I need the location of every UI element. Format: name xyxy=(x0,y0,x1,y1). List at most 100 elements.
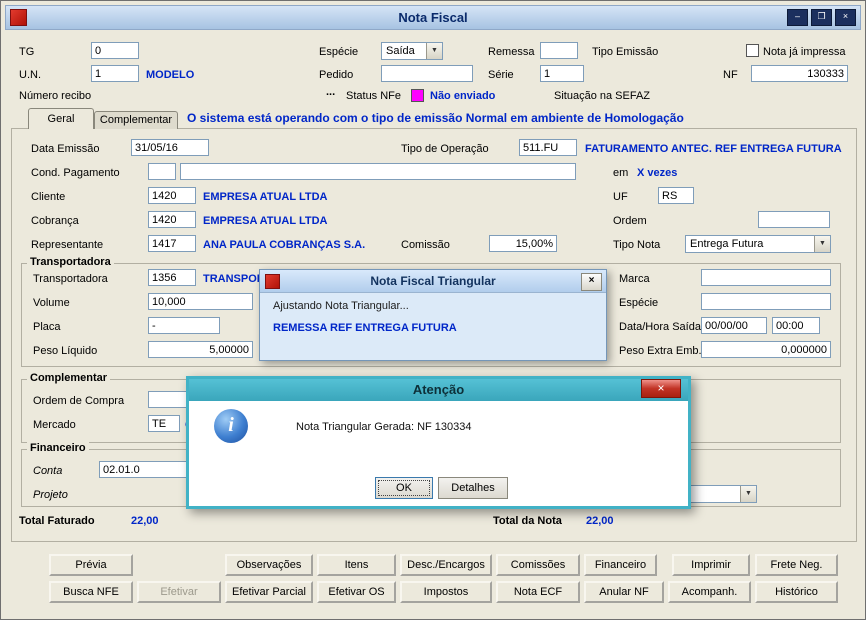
cond-pagamento-code-input[interactable] xyxy=(148,163,176,180)
pedido-label: Pedido xyxy=(319,69,354,81)
dialog-atencao-message: Nota Triangular Gerada: NF 130334 xyxy=(296,421,472,433)
status-nfe-label: Status NFe xyxy=(346,90,402,102)
vezes-text: X vezes xyxy=(637,167,678,179)
data-saida-input[interactable] xyxy=(701,317,767,334)
dialog-triangular-titlebar: Nota Fiscal Triangular × xyxy=(260,270,606,293)
frete-neg-button[interactable]: Frete Neg. xyxy=(755,554,838,576)
comissao-label: Comissão xyxy=(401,239,450,251)
serie-input[interactable] xyxy=(540,65,584,82)
cliente-input[interactable] xyxy=(148,187,196,204)
nf-label: NF xyxy=(723,69,738,81)
transportadora-input[interactable] xyxy=(148,269,196,286)
efetivar-button: Efetivar xyxy=(137,581,221,603)
especie-select[interactable]: Saída ▼ xyxy=(381,42,443,60)
recibo-ellipsis-button[interactable]: ... xyxy=(326,86,335,98)
comissoes-button[interactable]: Comissões xyxy=(496,554,580,576)
hora-saida-input[interactable] xyxy=(772,317,820,334)
conta-label: Conta xyxy=(33,465,63,477)
dialog-atencao: Atenção × i Nota Triangular Gerada: NF 1… xyxy=(186,376,691,509)
status-nfe-value: Não enviado xyxy=(430,90,496,102)
efetivar-os-button[interactable]: Efetivar OS xyxy=(317,581,396,603)
status-nfe-swatch xyxy=(411,89,424,102)
cliente-desc: EMPRESA ATUAL LTDA xyxy=(203,191,328,203)
observacoes-button[interactable]: Observações xyxy=(225,554,313,576)
tipo-operacao-desc: FATURAMENTO ANTEC. REF ENTREGA FUTURA xyxy=(585,143,842,155)
financeiro-group-label: Financeiro xyxy=(27,442,89,454)
close-icon[interactable]: × xyxy=(641,379,681,398)
representante-desc: ANA PAULA COBRANÇAS S.A. xyxy=(203,239,366,251)
uf-label: UF xyxy=(613,191,628,203)
complementar-group-label: Complementar xyxy=(27,372,111,384)
peso-liquido-input[interactable] xyxy=(148,341,253,358)
nota-ja-impressa-checkbox[interactable] xyxy=(746,44,759,57)
tab-geral[interactable]: Geral xyxy=(28,108,94,129)
maximize-icon[interactable]: ❐ xyxy=(811,9,832,26)
acompanh-button[interactable]: Acompanh. xyxy=(668,581,751,603)
comissao-input[interactable] xyxy=(489,235,557,252)
data-emissao-label: Data Emissão xyxy=(31,143,100,155)
cobranca-input[interactable] xyxy=(148,211,196,228)
volume-input[interactable] xyxy=(148,293,253,310)
window-title: Nota Fiscal xyxy=(398,10,468,25)
ordem-compra-label: Ordem de Compra xyxy=(33,395,125,407)
un-label: U.N. xyxy=(19,69,41,81)
tipo-emissao-label: Tipo Emissão xyxy=(592,46,659,58)
busca-nfe-button[interactable]: Busca NFE xyxy=(49,581,133,603)
detalhes-button[interactable]: Detalhes xyxy=(438,477,508,499)
uf-input[interactable] xyxy=(658,187,694,204)
close-icon[interactable]: × xyxy=(581,273,602,291)
total-da-nota-value: 22,00 xyxy=(586,515,614,527)
volume-label: Volume xyxy=(33,297,70,309)
tab-complementar[interactable]: Complementar xyxy=(94,111,178,129)
cliente-label: Cliente xyxy=(31,191,66,203)
tipo-operacao-input[interactable] xyxy=(519,139,577,156)
info-icon: i xyxy=(214,409,248,443)
tg-label: TG xyxy=(19,46,35,58)
marca-input[interactable] xyxy=(701,269,831,286)
tipo-nota-select[interactable]: Entrega Futura ▼ xyxy=(685,235,831,253)
un-desc: MODELO xyxy=(146,69,195,81)
itens-button[interactable]: Itens xyxy=(317,554,396,576)
cobranca-desc: EMPRESA ATUAL LTDA xyxy=(203,215,328,227)
transp-especie-input[interactable] xyxy=(701,293,831,310)
close-icon[interactable]: × xyxy=(835,9,856,26)
cond-pagamento-desc-input[interactable] xyxy=(180,163,576,180)
em-label: em xyxy=(613,167,629,179)
anular-nf-button[interactable]: Anular NF xyxy=(584,581,664,603)
peso-extra-input[interactable] xyxy=(701,341,831,358)
transportadora-label: Transportadora xyxy=(33,273,108,285)
tg-input[interactable] xyxy=(91,42,139,59)
chevron-down-icon: ▼ xyxy=(740,486,756,502)
un-input[interactable] xyxy=(91,65,139,82)
dialog-triangular-line2: REMESSA REF ENTREGA FUTURA xyxy=(273,322,457,334)
representante-label: Representante xyxy=(31,239,104,251)
remessa-input[interactable] xyxy=(540,42,578,59)
nf-input[interactable] xyxy=(751,65,848,82)
total-faturado-value: 22,00 xyxy=(131,515,159,527)
financeiro-button[interactable]: Financeiro xyxy=(584,554,657,576)
efetivar-parcial-button[interactable]: Efetivar Parcial xyxy=(225,581,313,603)
numero-recibo-label: Número recibo xyxy=(19,90,92,102)
especie-value: Saída xyxy=(386,45,415,57)
ok-button[interactable]: OK xyxy=(375,477,433,499)
marca-label: Marca xyxy=(619,273,650,285)
desc-encargos-button[interactable]: Desc./Encargos xyxy=(400,554,492,576)
dialog-atencao-title: Atenção xyxy=(412,382,465,397)
representante-input[interactable] xyxy=(148,235,196,252)
previa-button[interactable]: Prévia xyxy=(49,554,133,576)
imprimir-button[interactable]: Imprimir xyxy=(672,554,750,576)
data-emissao-input[interactable] xyxy=(131,139,209,156)
historico-button[interactable]: Histórico xyxy=(755,581,838,603)
nota-ja-impressa-label: Nota já impressa xyxy=(763,46,846,58)
nota-ecf-button[interactable]: Nota ECF xyxy=(496,581,580,603)
situacao-sefaz-label: Situação na SEFAZ xyxy=(554,90,650,102)
conta-input[interactable] xyxy=(99,461,189,478)
pedido-input[interactable] xyxy=(381,65,473,82)
placa-input[interactable] xyxy=(148,317,220,334)
minimize-icon[interactable]: – xyxy=(787,9,808,26)
impostos-button[interactable]: Impostos xyxy=(400,581,492,603)
mercado-input[interactable] xyxy=(148,415,180,432)
peso-liquido-label: Peso Líquido xyxy=(33,345,98,357)
ordem-input[interactable] xyxy=(758,211,830,228)
projeto-label: Projeto xyxy=(33,489,68,501)
